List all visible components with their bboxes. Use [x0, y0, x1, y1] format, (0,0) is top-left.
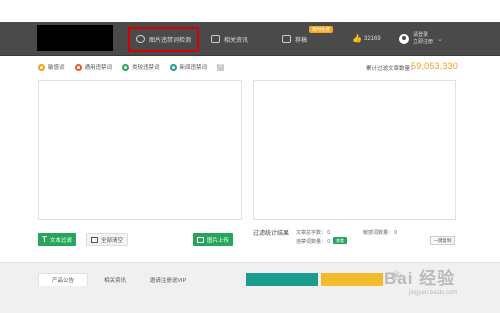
stat-value: 0: [394, 230, 398, 236]
stat-total-words: 文章总字数： 0: [296, 229, 330, 236]
nav-recommend[interactable]: 荐稿: [282, 22, 307, 56]
filter-sensitive[interactable]: 敏感词: [38, 63, 65, 71]
thumbs-up-icon: 👍: [352, 34, 362, 43]
stat-sensitive: 敏感词数量： 0: [363, 229, 397, 236]
radio-icon: [169, 63, 177, 71]
nav-news-label: 相关资讯: [224, 37, 249, 44]
avatar-icon: [399, 34, 409, 44]
total-count-value: 59,053,330: [411, 61, 459, 71]
text-filter-label: 文本过滤: [49, 237, 72, 244]
free-badge: 限时免费: [309, 26, 333, 33]
trash-icon: [91, 236, 98, 243]
watermark: Bai 经验: [384, 269, 456, 288]
login-link[interactable]: 请登录: [413, 32, 433, 39]
filter-news[interactable]: 新闻违禁词: [169, 63, 208, 71]
text-filter-button[interactable]: T 文本过滤: [38, 233, 76, 246]
filter-options: 敏感词 通用违禁词 类较违禁词 新闻违禁词 ?: [38, 63, 225, 71]
view-tag[interactable]: 查看: [333, 237, 347, 244]
watermark-site: jingyan.baidu.com: [409, 290, 458, 296]
clear-all-label: 全部清空: [101, 237, 124, 244]
image-icon: [197, 236, 204, 243]
stat-label: 违禁词数量：: [296, 239, 327, 245]
footer-banner-yellow[interactable]: [321, 273, 383, 286]
help-icon[interactable]: ?: [217, 63, 225, 71]
user-login[interactable]: 请登录 立即注册 ⌄: [399, 22, 443, 56]
register-link[interactable]: 立即注册: [413, 39, 433, 46]
total-count-label: 累计过滤文章数量：: [366, 66, 416, 72]
top-strip: [0, 0, 500, 22]
stat-label: 敏感词数量：: [363, 230, 394, 236]
clear-all-button[interactable]: 全部清空: [86, 233, 129, 246]
radio-icon: [122, 63, 130, 71]
stat-banned: 违禁词数量： 0: [296, 238, 330, 245]
image-upload-button[interactable]: 图片上传: [193, 233, 234, 246]
news-icon: [211, 35, 220, 43]
image-upload-label: 图片上传: [207, 237, 230, 244]
nav-recommend-label: 荐稿: [295, 37, 308, 44]
tab-news[interactable]: 相关资讯: [93, 273, 137, 286]
likes-count: 32169: [364, 36, 381, 42]
radio-icon: [74, 63, 82, 71]
filter-category[interactable]: 类较违禁词: [122, 63, 160, 71]
text-icon: T: [42, 235, 47, 244]
highlight-box: [128, 27, 199, 52]
document-icon: [282, 35, 291, 43]
tab-invite-vip[interactable]: 邀请注册送VIP: [140, 273, 196, 286]
stat-label: 文章总字数：: [296, 230, 327, 236]
filter-label: 通用违禁词: [84, 65, 113, 71]
result-panel: [253, 80, 456, 220]
footer-banner-teal[interactable]: [246, 273, 318, 286]
filter-label: 新闻违禁词: [179, 65, 208, 71]
tab-announcements[interactable]: 产品公告: [38, 273, 88, 286]
filter-general[interactable]: 通用违禁词: [74, 63, 113, 71]
login-text: 请登录 立即注册: [413, 32, 433, 46]
filter-label: 类较违禁词: [132, 65, 160, 71]
filter-label: 敏感词: [48, 65, 65, 71]
radio-icon: [38, 63, 45, 71]
top-navbar: 图片违禁词检测 相关资讯 荐稿 限时免费 👍 32169 请登录 立即注册 ⌄: [0, 22, 500, 56]
logo[interactable]: [37, 25, 113, 51]
stat-value: 0: [327, 230, 331, 236]
chevron-down-icon[interactable]: ⌄: [437, 35, 443, 43]
nav-news[interactable]: 相关资讯: [211, 22, 248, 56]
stat-value: 0: [327, 239, 331, 245]
stats-title: 过滤统计结果: [253, 231, 290, 237]
input-textarea[interactable]: [38, 80, 242, 220]
likes[interactable]: 👍 32169: [352, 22, 381, 56]
copy-button[interactable]: 一键复制: [430, 236, 455, 245]
